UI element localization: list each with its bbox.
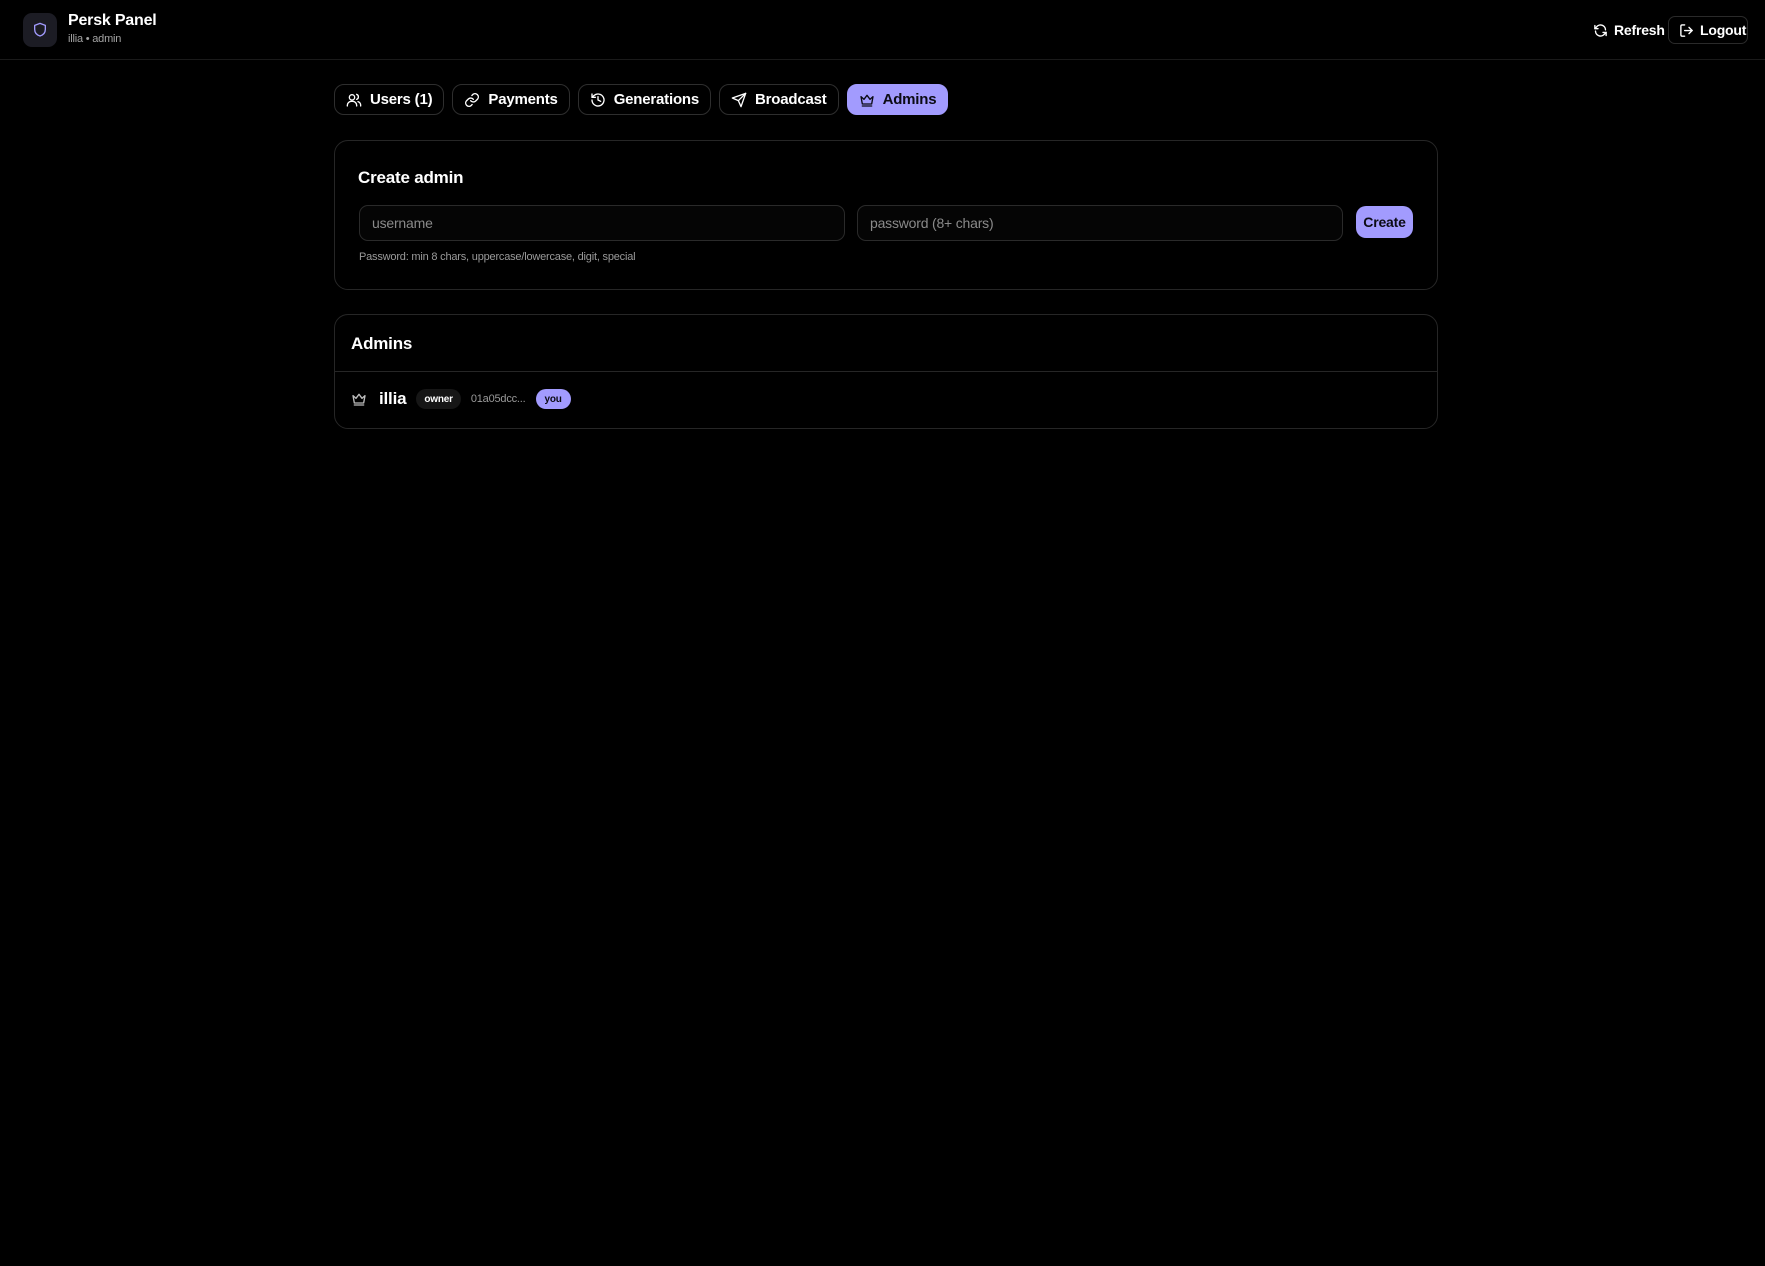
logout-label: Logout	[1700, 22, 1747, 38]
refresh-icon	[1593, 23, 1608, 38]
tab-generations-label: Generations	[613, 91, 700, 108]
admins-card: Admins illia owner 01a05dcc... you	[334, 314, 1438, 429]
crown-icon	[351, 391, 367, 407]
create-button[interactable]: Create	[1356, 206, 1413, 238]
password-hint: Password: min 8 chars, uppercase/lowerca…	[359, 251, 636, 263]
tab-users-label: Users (1)	[370, 91, 433, 108]
tab-bar: Users (1) Payments Generations Broadcast…	[334, 84, 949, 115]
you-badge: you	[535, 389, 571, 409]
refresh-button[interactable]: Refresh	[1583, 16, 1675, 44]
create-admin-card: Create admin Create Password: min 8 char…	[334, 140, 1438, 290]
list-item: illia owner 01a05dcc... you	[351, 389, 571, 409]
tab-admins[interactable]: Admins	[846, 84, 949, 115]
admins-title: Admins	[351, 334, 413, 353]
user-role-subtitle: illia • admin	[68, 33, 122, 45]
tab-payments-label: Payments	[488, 91, 558, 108]
admin-name: illia	[379, 389, 407, 408]
tab-broadcast[interactable]: Broadcast	[719, 84, 839, 115]
link-icon	[464, 92, 480, 108]
tab-admins-label: Admins	[882, 91, 937, 108]
logout-button[interactable]: Logout	[1668, 16, 1748, 44]
shield-icon	[32, 22, 48, 38]
role-badge: owner	[416, 389, 461, 409]
brand-logo	[23, 13, 57, 47]
tab-generations[interactable]: Generations	[577, 84, 712, 115]
admins-card-header: Admins	[335, 315, 1437, 372]
tab-payments[interactable]: Payments	[452, 84, 570, 115]
refresh-label: Refresh	[1614, 22, 1665, 38]
app-title: Persk Panel	[68, 12, 157, 29]
admin-id: 01a05dcc...	[470, 393, 526, 405]
password-input[interactable]	[857, 205, 1343, 241]
logout-icon	[1679, 23, 1694, 38]
history-icon	[590, 92, 606, 108]
users-icon	[346, 92, 362, 108]
create-admin-title: Create admin	[358, 168, 464, 187]
username-input[interactable]	[359, 205, 845, 241]
send-icon	[731, 92, 747, 108]
tab-users[interactable]: Users (1)	[334, 84, 445, 115]
crown-icon	[859, 92, 875, 108]
tab-broadcast-label: Broadcast	[755, 91, 827, 108]
top-header: Persk Panel illia • admin Refresh Logout	[0, 0, 1765, 60]
